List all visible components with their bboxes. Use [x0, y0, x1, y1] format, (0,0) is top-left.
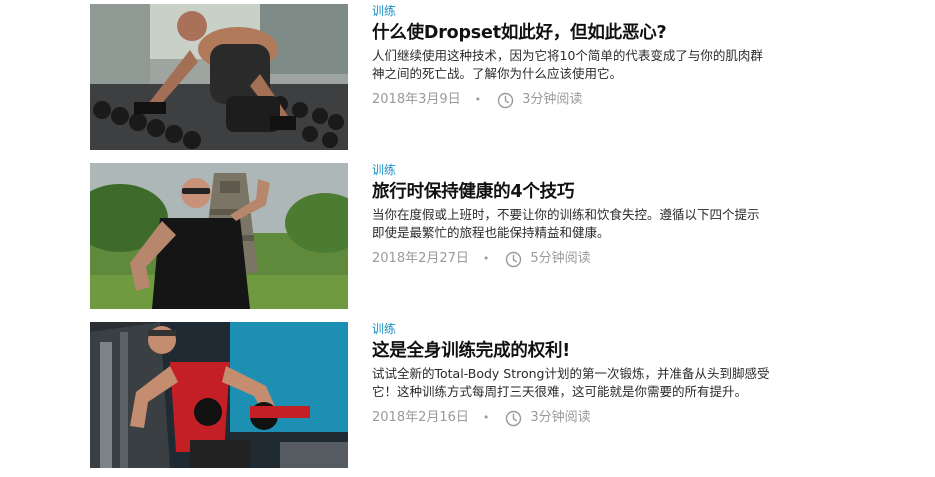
article-read-time: 5分钟阅读	[530, 251, 591, 266]
article-meta: 2018年3月9日 • 3分钟阅读	[372, 91, 770, 109]
clock-icon	[497, 92, 514, 109]
meta-separator: •	[474, 93, 482, 106]
article-card: 训练 这是全身训练完成的权利! 试试全新的Total-Body Strong计划…	[90, 322, 770, 468]
article-thumbnail[interactable]	[90, 163, 348, 309]
article-description: 试试全新的Total-Body Strong计划的第一次锻炼，并准备从头到脚感受…	[372, 366, 770, 399]
article-description: 当你在度假或上班时，不要让你的训练和饮食失控。遵循以下四个提示即使是最繁忙的旅程…	[372, 207, 760, 240]
article-card: 训练 什么使Dropset如此好，但如此恶心? 人们继续使用这种技术，因为它将1…	[90, 4, 770, 150]
article-category-link[interactable]: 训练	[372, 163, 770, 177]
article-read-time: 3分钟阅读	[522, 92, 583, 107]
pyramid-travel-photo	[90, 163, 348, 309]
article-card: 训练 旅行时保持健康的4个技巧 当你在度假或上班时，不要让你的训练和饮食失控。遵…	[90, 163, 770, 309]
article-category-link[interactable]: 训练	[372, 4, 770, 18]
meta-separator: •	[482, 411, 490, 424]
clock-icon	[505, 251, 522, 268]
article-content: 训练 旅行时保持健康的4个技巧 当你在度假或上班时，不要让你的训练和饮食失控。遵…	[372, 163, 770, 268]
article-content: 训练 什么使Dropset如此好，但如此恶心? 人们继续使用这种技术，因为它将1…	[372, 4, 770, 109]
article-read-time: 3分钟阅读	[530, 410, 591, 425]
article-meta: 2018年2月16日 • 3分钟阅读	[372, 409, 770, 427]
article-content: 训练 这是全身训练完成的权利! 试试全新的Total-Body Strong计划…	[372, 322, 770, 427]
gym-dumbbell-photo	[90, 4, 348, 150]
article-thumbnail[interactable]	[90, 4, 348, 150]
article-title[interactable]: 这是全身训练完成的权利!	[372, 339, 770, 363]
article-title[interactable]: 什么使Dropset如此好，但如此恶心?	[372, 21, 770, 45]
article-date: 2018年2月27日	[372, 251, 469, 266]
clock-icon	[505, 410, 522, 427]
leg-press-photo	[90, 322, 348, 468]
meta-separator: •	[482, 252, 490, 265]
article-meta: 2018年2月27日 • 5分钟阅读	[372, 250, 770, 268]
article-title[interactable]: 旅行时保持健康的4个技巧	[372, 180, 770, 204]
article-date: 2018年2月16日	[372, 410, 469, 425]
article-date: 2018年3月9日	[372, 92, 461, 107]
article-thumbnail[interactable]	[90, 322, 348, 468]
article-description: 人们继续使用这种技术，因为它将10个简单的代表变成了与你的肌肉群神之间的死亡战。…	[372, 48, 763, 81]
article-category-link[interactable]: 训练	[372, 322, 770, 336]
